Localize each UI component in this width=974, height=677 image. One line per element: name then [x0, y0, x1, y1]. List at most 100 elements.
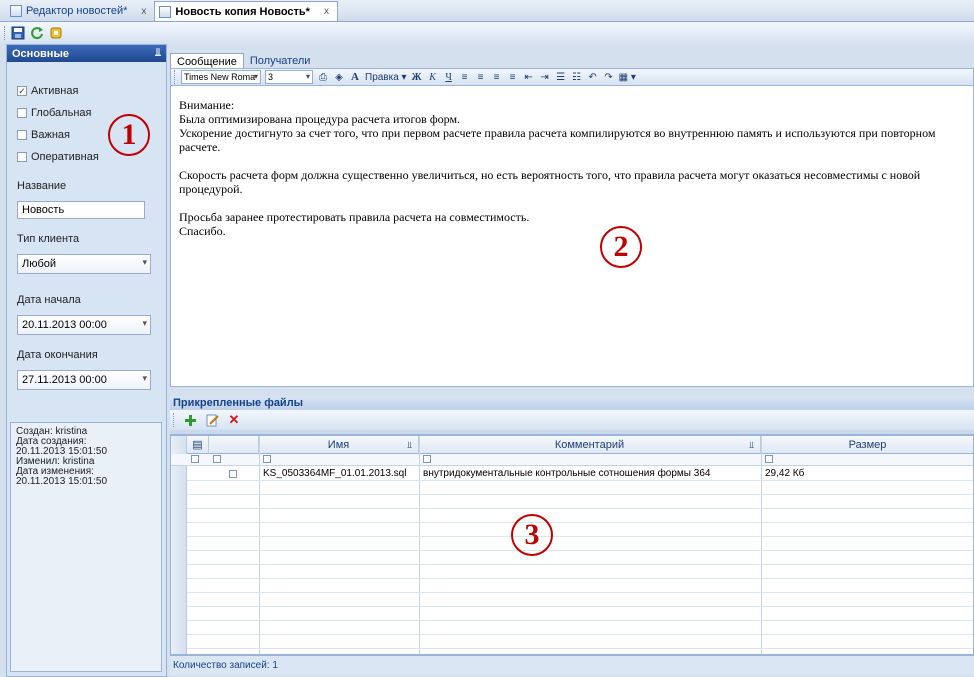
column-header-select[interactable] — [209, 436, 259, 454]
annotation-marker-3: 3 — [511, 514, 553, 556]
checkbox-label: Активная — [31, 85, 79, 97]
annotation-marker-1: 1 — [108, 114, 150, 156]
delete-file-icon[interactable]: ✕ — [226, 412, 242, 428]
start-date-label: Дата начала — [17, 294, 81, 306]
font-size-value: 3 — [268, 72, 274, 82]
filter-select-icon[interactable] — [213, 455, 221, 463]
end-date-picker[interactable]: 27.11.2013 00:00 ▾ — [17, 370, 151, 390]
row-checkbox[interactable] — [229, 470, 237, 478]
column-divider — [761, 436, 762, 654]
checkbox-active[interactable]: ✓ Активная — [17, 80, 156, 102]
align-left-icon[interactable]: ≡ — [459, 72, 471, 83]
bullet-list-icon[interactable]: ☰ — [555, 72, 567, 83]
filter-name-icon[interactable] — [263, 455, 271, 463]
checkbox-icon[interactable] — [17, 108, 27, 118]
align-justify-icon[interactable]: ≡ — [507, 72, 519, 83]
toolbar-grip — [4, 26, 7, 40]
column-header-size[interactable]: Размер — [761, 436, 973, 454]
tab-news-copy[interactable]: Новость копия Новость* x — [154, 1, 338, 21]
chevron-down-icon[interactable]: ▾ — [254, 71, 258, 83]
checkbox-icon[interactable] — [17, 152, 27, 162]
message-line: Ускорение достигнуто за счет того, что п… — [179, 126, 936, 154]
chevron-down-icon[interactable]: ▾ — [142, 318, 147, 329]
end-date-value: 27.11.2013 00:00 — [22, 374, 107, 386]
chevron-down-icon[interactable]: ▾ — [142, 373, 147, 384]
edit-file-icon[interactable] — [204, 412, 220, 428]
column-divider — [259, 436, 260, 654]
tab-news-editor[interactable]: Редактор новостей* x — [6, 1, 154, 21]
font-color-icon[interactable]: A — [349, 71, 361, 83]
column-divider — [419, 436, 420, 654]
chevron-down-icon[interactable]: ▾ — [142, 257, 147, 268]
checkbox-icon[interactable] — [17, 130, 27, 140]
tab-recipients[interactable]: Получатели — [244, 53, 317, 68]
redo-icon[interactable]: ↷ — [603, 72, 615, 83]
record-count-status: Количество записей: 1 — [170, 655, 974, 675]
grid-line — [187, 536, 973, 537]
grid-line — [187, 494, 973, 495]
font-family-select[interactable]: Times New Roma ▾ — [181, 70, 261, 84]
format-toolbar: Times New Roma ▾ 3 ▾ ⎙ ◈ A Правка ▾ Ж К … — [170, 68, 974, 86]
message-line: Была оптимизирована процедура расчета ит… — [179, 112, 461, 126]
file-name-cell: KS_0503364MF_01.01.2013.sql — [263, 468, 407, 479]
table-icon[interactable]: ▦ ▾ — [619, 72, 636, 83]
edit-menu-label: Правка — [365, 71, 399, 83]
pin-icon[interactable]: ⫫ — [155, 47, 161, 60]
underline-button[interactable]: Ч — [443, 72, 455, 83]
checkbox-checked-icon[interactable]: ✓ — [17, 86, 27, 96]
files-panel-title: Прикрепленные файлы — [170, 396, 974, 410]
tab-message[interactable]: Сообщение — [170, 53, 244, 68]
refresh-icon[interactable] — [29, 25, 45, 41]
grid-line — [187, 578, 973, 579]
italic-button[interactable]: К — [427, 72, 439, 83]
chevron-down-icon[interactable]: ▾ — [306, 71, 310, 83]
message-editor: Сообщение Получатели Times New Roma ▾ 3 … — [170, 53, 974, 393]
main-toolbar — [0, 22, 974, 44]
client-type-value: Любой — [22, 258, 57, 270]
add-file-icon[interactable] — [182, 412, 198, 428]
start-date-picker[interactable]: 20.11.2013 00:00 ▾ — [17, 315, 151, 335]
grid-line — [187, 592, 973, 593]
toolbar-grip — [174, 70, 177, 84]
filter-clear-icon[interactable] — [191, 455, 199, 463]
outdent-icon[interactable]: ⇤ — [523, 72, 535, 83]
document-tab-bar: Редактор новостей* x Новость копия Новос… — [0, 0, 974, 22]
grid-line — [187, 564, 973, 565]
font-size-select[interactable]: 3 ▾ — [265, 70, 313, 84]
pin-icon[interactable]: ⫫ — [407, 436, 412, 454]
checkbox-label: Глобальная — [31, 107, 92, 119]
name-field[interactable]: Новость — [17, 201, 145, 219]
column-comment-label: Комментарий — [554, 439, 625, 451]
toolbar-grip — [173, 413, 176, 427]
row-indicator-column — [171, 436, 187, 654]
align-right-icon[interactable]: ≡ — [491, 72, 503, 83]
filter-comment-icon[interactable] — [423, 455, 431, 463]
align-center-icon[interactable]: ≡ — [475, 72, 487, 83]
numbered-list-icon[interactable]: ☷ — [571, 72, 583, 83]
bold-button[interactable]: Ж — [411, 72, 423, 83]
save-icon[interactable] — [10, 25, 26, 41]
print-icon[interactable]: ⎙ — [317, 72, 329, 83]
file-size-cell: 29,42 Кб — [765, 468, 805, 479]
column-header-comment[interactable]: Комментарий ⫫ — [419, 436, 761, 454]
column-size-label: Размер — [848, 439, 887, 451]
column-chooser-icon[interactable]: ▤ — [187, 436, 209, 454]
client-type-label: Тип клиента — [17, 233, 80, 245]
grid-line — [187, 522, 973, 523]
column-name-label: Имя — [327, 439, 350, 451]
edit-menu[interactable]: Правка ▾ — [365, 72, 407, 83]
message-body[interactable]: Внимание: Была оптимизирована процедура … — [170, 86, 974, 387]
undo-icon[interactable]: ↶ — [587, 72, 599, 83]
indent-icon[interactable]: ⇥ — [539, 72, 551, 83]
column-header-name[interactable]: Имя ⫫ — [259, 436, 419, 454]
pin-icon[interactable]: ⫫ — [749, 436, 754, 454]
document-icon — [10, 5, 22, 17]
fill-color-icon[interactable]: ◈ — [333, 72, 345, 83]
close-icon[interactable]: x — [324, 6, 329, 17]
filter-size-icon[interactable] — [765, 455, 773, 463]
client-type-select[interactable]: Любой ▾ — [17, 254, 151, 274]
close-icon[interactable]: x — [141, 6, 146, 17]
export-icon[interactable] — [48, 25, 64, 41]
